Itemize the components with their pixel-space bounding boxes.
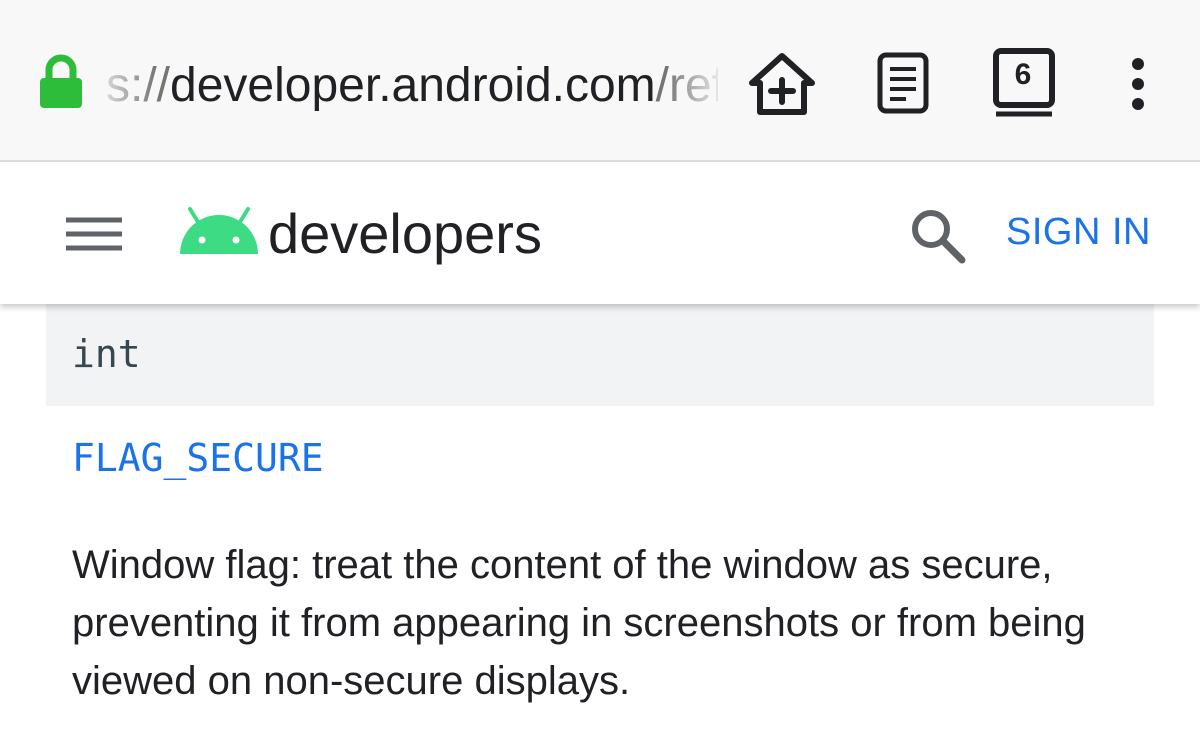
constant-link[interactable]: FLAG_SECURE: [72, 434, 324, 482]
type-label: int: [72, 332, 141, 376]
url-bar[interactable]: s://developer.android.com/ref: [106, 56, 718, 116]
url-scheme: s://: [106, 59, 171, 112]
tab-count: 6: [1014, 58, 1032, 91]
sign-in-button[interactable]: SIGN IN: [1006, 208, 1151, 256]
url-host: developer.android.com: [170, 59, 656, 112]
android-logo-icon[interactable]: [176, 206, 262, 254]
tab-switcher-button[interactable]: 6: [992, 48, 1058, 118]
constant-description: Window flag: treat the content of the wi…: [72, 543, 1086, 703]
main-content: int FLAG_SECURE Window flag: treat the c…: [0, 304, 1200, 733]
home-add-icon[interactable]: [746, 50, 818, 118]
lock-icon[interactable]: [38, 54, 84, 110]
reader-mode-icon[interactable]: [876, 52, 932, 114]
hamburger-menu-icon[interactable]: [66, 217, 122, 251]
url-path: /ref: [655, 59, 718, 112]
search-icon[interactable]: [908, 206, 966, 264]
browser-toolbar: s://developer.android.com/ref 6: [0, 0, 1200, 162]
overflow-menu-icon[interactable]: [1122, 58, 1154, 110]
site-header: developers SIGN IN: [0, 162, 1200, 304]
brand-wordmark[interactable]: developers: [268, 198, 542, 270]
code-block: int: [46, 304, 1154, 406]
